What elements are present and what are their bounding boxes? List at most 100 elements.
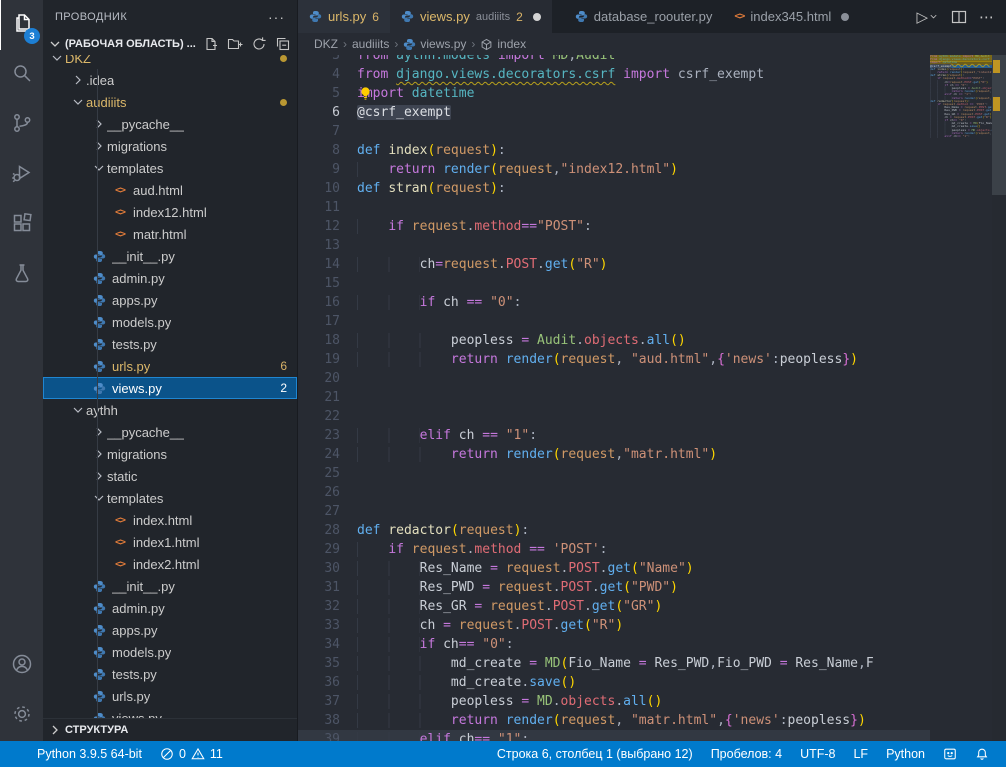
breadcrumb-item-file[interactable]: views.py [403,37,466,51]
scrollbar-thumb[interactable] [992,55,1006,195]
code-line-12[interactable]: 12 if request.method=="POST": [298,217,930,236]
tree-item-.idea[interactable]: .idea [43,69,297,91]
tree-item-templates[interactable]: templates [43,487,297,509]
python-interpreter-status[interactable]: Python 3.9.5 64-bit [28,747,151,761]
dirty-indicator-dot[interactable] [841,13,849,21]
code-line-4[interactable]: 4from django.views.decorators.csrf impor… [298,65,930,84]
tree-item-urls.py[interactable]: urls.py6 [43,355,297,377]
chevron-down-icon[interactable] [928,11,939,22]
activity-testing-button[interactable] [0,250,43,300]
tree-item-tests.py[interactable]: tests.py [43,333,297,355]
sidebar-more-actions-button[interactable]: ··· [268,9,285,25]
breadcrumb-item-root[interactable]: DKZ [314,37,338,51]
new-file-icon[interactable] [203,36,219,52]
tab-views.py[interactable]: views.pyaudiiits2 [390,0,552,33]
outline-section-header[interactable]: СТРУКТУРА [43,718,297,741]
tree-item-__init__.py[interactable]: __init__.py [43,575,297,597]
code-line-3[interactable]: 3from aythh.models import MD,Audit [298,55,930,65]
code-line-6[interactable]: 6@csrf_exempt [298,103,930,122]
activity-run-debug-button[interactable] [0,150,43,200]
code-line-17[interactable]: 17 [298,312,930,331]
tree-item-aud.html[interactable]: <>aud.html [43,179,297,201]
code-line-32[interactable]: 32 Res_GR = request.POST.get("GR") [298,597,930,616]
notifications-button[interactable] [966,747,998,761]
tree-item-index1.html[interactable]: <>index1.html [43,531,297,553]
tree-item-static[interactable]: static [43,465,297,487]
settings-button[interactable] [0,691,43,741]
code-line-25[interactable]: 25 [298,464,930,483]
code-line-11[interactable]: 11 [298,198,930,217]
code-line-7[interactable]: 7 [298,122,930,141]
code-line-14[interactable]: 14 ch=request.POST.get("R") [298,255,930,274]
code-line-16[interactable]: 16 if ch == "0": [298,293,930,312]
editor-scrollbar[interactable] [992,55,1006,741]
account-button[interactable] [0,641,43,691]
feedback-button[interactable] [934,747,966,761]
tab-urls.py[interactable]: urls.py6 [298,0,390,33]
tree-item-apps.py[interactable]: apps.py [43,289,297,311]
code-line-35[interactable]: 35 md_create = MD(Fio_Name = Res_PWD,Fio… [298,654,930,673]
tree-item-index12.html[interactable]: <>index12.html [43,201,297,223]
code-line-20[interactable]: 20 [298,369,930,388]
code-line-36[interactable]: 36 md_create.save() [298,673,930,692]
tree-item-matr.html[interactable]: <>matr.html [43,223,297,245]
tree-item-models.py[interactable]: models.py [43,311,297,333]
tree-item-admin.py[interactable]: admin.py [43,597,297,619]
code-line-28[interactable]: 28def redactor(request): [298,521,930,540]
problems-status[interactable]: 0 11 [151,747,232,761]
tree-item-aythh[interactable]: aythh [43,399,297,421]
code-line-33[interactable]: 33 ch = request.POST.get("R") [298,616,930,635]
code-line-30[interactable]: 30 Res_Name = request.POST.get("Name") [298,559,930,578]
tree-item-templates[interactable]: templates [43,157,297,179]
code-line-29[interactable]: 29 if request.method == 'POST': [298,540,930,559]
activity-extensions-button[interactable] [0,200,43,250]
tree-item-index2.html[interactable]: <>index2.html [43,553,297,575]
tree-item-views.py[interactable]: views.py2 [43,377,297,399]
tab-index345.html[interactable]: <>index345.html [723,0,860,33]
code-line-9[interactable]: 9 return render(request,"index12.html") [298,160,930,179]
tree-item-urls.py[interactable]: urls.py [43,685,297,707]
code-line-8[interactable]: 8def index(request): [298,141,930,160]
indentation-status[interactable]: Пробелов: 4 [702,747,791,761]
tree-item-audiiits[interactable]: audiiits [43,91,297,113]
breadcrumb-item-folder[interactable]: audiiits [352,37,389,51]
code-line-39[interactable]: 39 elif ch== "1": [298,730,930,741]
code-line-22[interactable]: 22 [298,407,930,426]
activity-search-button[interactable] [0,50,43,100]
encoding-status[interactable]: UTF-8 [791,747,844,761]
activity-explorer-button[interactable]: 3 [0,0,44,50]
eol-status[interactable]: LF [844,747,877,761]
language-mode-status[interactable]: Python [877,747,934,761]
tree-item-tests.py[interactable]: tests.py [43,663,297,685]
tree-item-models.py[interactable]: models.py [43,641,297,663]
code-line-13[interactable]: 13 [298,236,930,255]
tree-item-apps.py[interactable]: apps.py [43,619,297,641]
code-line-27[interactable]: 27 [298,502,930,521]
code-line-38[interactable]: 38 return render(request, "matr.html",{'… [298,711,930,730]
code-editor[interactable]: 3from aythh.models import MD,Audit4from … [298,55,1006,741]
code-line-21[interactable]: 21 [298,388,930,407]
tree-item-index.html[interactable]: <>index.html [43,509,297,531]
refresh-icon[interactable] [251,36,267,52]
code-line-15[interactable]: 15 [298,274,930,293]
lightbulb-icon[interactable] [358,86,373,101]
dirty-indicator-dot[interactable] [533,13,541,21]
code-line-31[interactable]: 31 Res_PWD = request.POST.get("PWD") [298,578,930,597]
tree-item-__pycache__[interactable]: __pycache__ [43,421,297,443]
new-folder-icon[interactable] [227,36,243,52]
tree-item-views.py[interactable]: views.py [43,707,297,718]
code-line-37[interactable]: 37 peopless = MD.objects.all() [298,692,930,711]
breadcrumb-item-symbol[interactable]: index [480,37,526,51]
run-python-file-button[interactable]: ▷ [916,8,939,26]
code-line-26[interactable]: 26 [298,483,930,502]
split-editor-icon[interactable] [951,9,967,25]
code-line-10[interactable]: 10def stran(request): [298,179,930,198]
tree-item-__init__.py[interactable]: __init__.py [43,245,297,267]
code-line-19[interactable]: 19 return render(request, "aud.html",{'n… [298,350,930,369]
code-line-5[interactable]: 5import datetime [298,84,930,103]
tree-item-DKZ[interactable]: DKZ [43,55,297,69]
minimap[interactable]: from aythh.models import MD,Auditfrom dj… [930,55,992,741]
tab-database_roouter.py[interactable]: database_roouter.py [564,0,724,33]
more-actions-icon[interactable]: ⋯ [979,8,994,26]
tree-item-admin.py[interactable]: admin.py [43,267,297,289]
